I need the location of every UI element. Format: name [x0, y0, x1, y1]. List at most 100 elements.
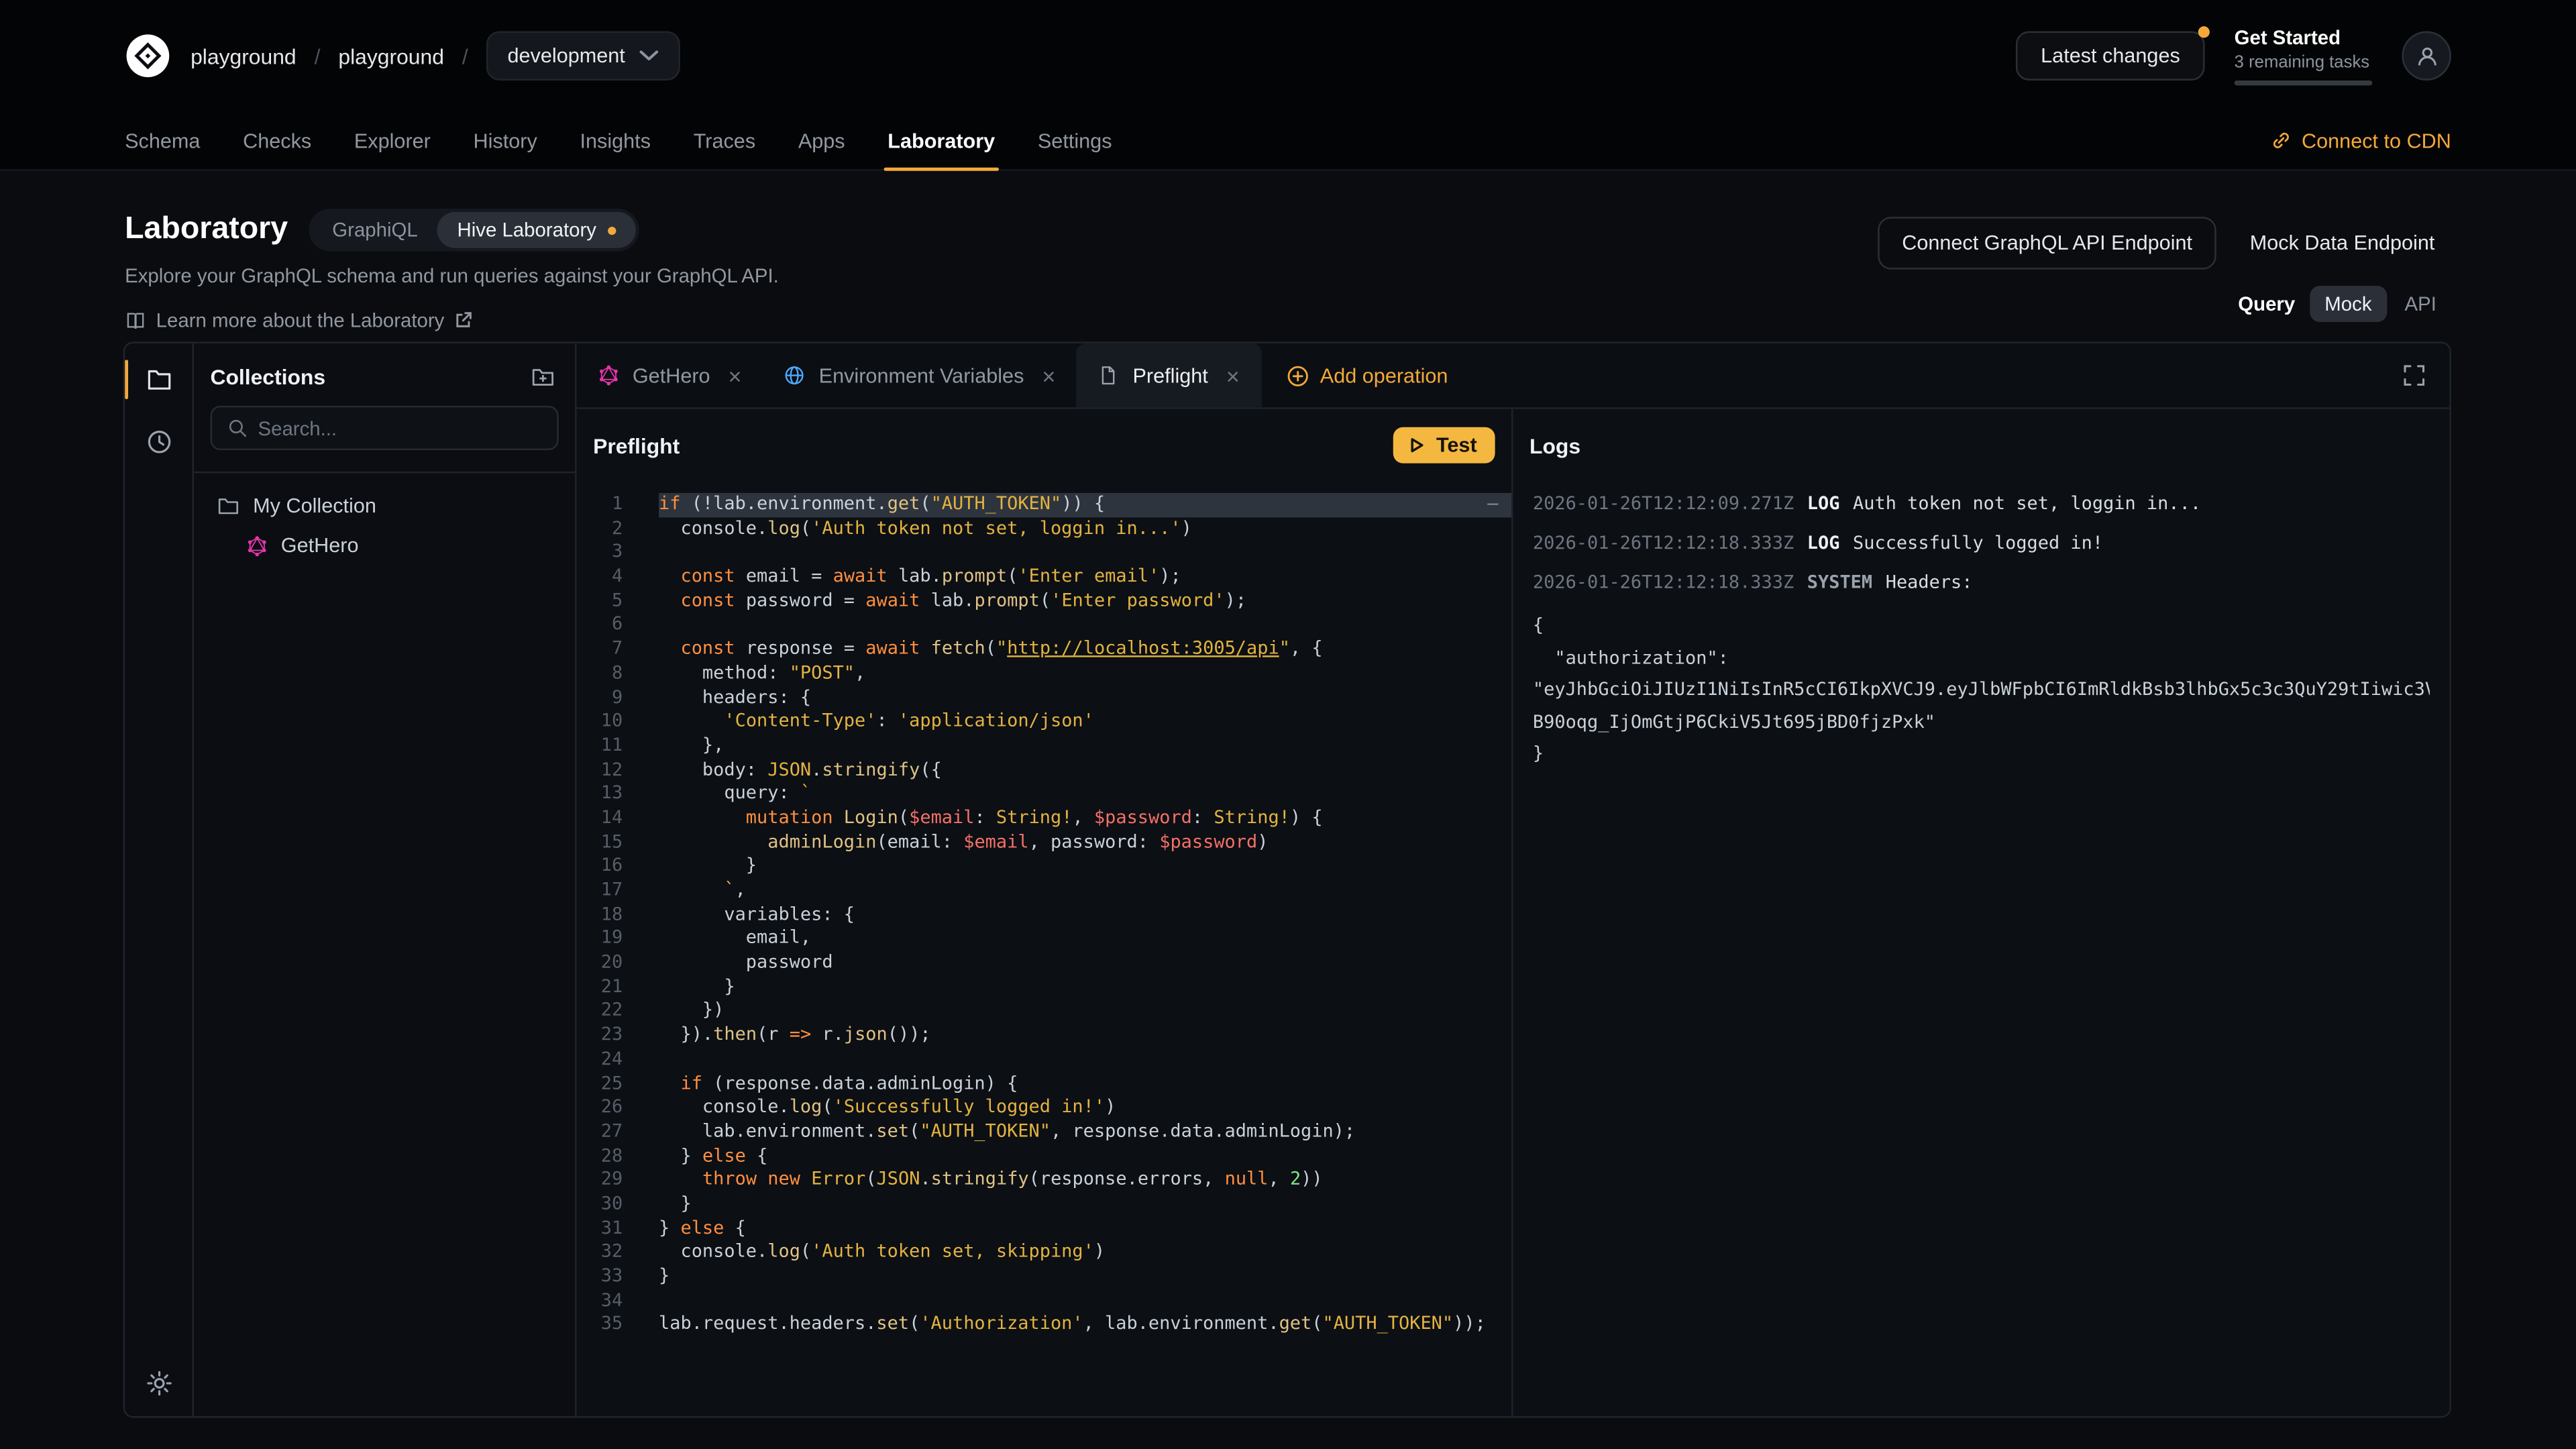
log-level: LOG	[1807, 531, 1840, 557]
query-mode-mock[interactable]: Mock	[2310, 286, 2386, 322]
preflight-title: Preflight	[593, 433, 680, 458]
learn-more-link[interactable]: Learn more about the Laboratory	[125, 309, 2451, 331]
collections-rail-button[interactable]	[146, 366, 172, 392]
nav-item-settings[interactable]: Settings	[1016, 112, 1133, 170]
laboratory-panel: Collections My CollectionGetHero GetHero…	[123, 341, 2451, 1417]
log-timestamp: 2026-01-26T12:12:09.271Z	[1533, 491, 1794, 517]
line-number: 24	[577, 1048, 623, 1072]
logs-title: Logs	[1529, 433, 1580, 458]
target-selector[interactable]: development	[486, 32, 681, 80]
code-line	[659, 541, 1511, 566]
logs-entries: 2026-01-26T12:12:09.271ZLOGAuth token no…	[1513, 482, 2450, 780]
log-timestamp: 2026-01-26T12:12:18.333Z	[1533, 570, 1794, 596]
test-button[interactable]: Test	[1393, 427, 1495, 464]
code-gutter: 1234567891011121314151617181920212223242…	[577, 493, 623, 1416]
code-line: },	[659, 734, 1511, 758]
line-number: 19	[577, 927, 623, 951]
code-editor[interactable]: 1234567891011121314151617181920212223242…	[577, 482, 1511, 1416]
line-number: 14	[577, 806, 623, 830]
tab-environment-variables[interactable]: Environment Variables ×	[763, 343, 1077, 408]
nav-item-insights[interactable]: Insights	[559, 112, 672, 170]
code-line: } else {	[659, 1217, 1511, 1241]
tab-label: GetHero	[633, 364, 710, 386]
collections-icon	[146, 366, 172, 392]
line-number: 33	[577, 1265, 623, 1289]
collections-search[interactable]	[210, 406, 558, 450]
get-started-subtitle: 3 remaining tasks	[2235, 52, 2373, 72]
logs-pane-header: Logs	[1513, 409, 2450, 482]
code-line: throw new Error(JSON.stringify(response.…	[659, 1169, 1511, 1193]
settings-rail-button[interactable]	[146, 1370, 172, 1396]
nav-item-checks[interactable]: Checks	[221, 112, 333, 170]
add-operation-button[interactable]: Add operation	[1261, 343, 1473, 408]
connect-graphql-endpoint-button[interactable]: Connect GraphQL API Endpoint	[1877, 217, 2216, 269]
fullscreen-button[interactable]	[2402, 363, 2426, 388]
close-icon[interactable]: ×	[1226, 364, 1240, 386]
code-line: }).then(r => r.json());	[659, 1024, 1511, 1048]
search-input[interactable]	[258, 417, 542, 439]
new-collection-icon[interactable]	[531, 365, 555, 390]
code-line: }	[659, 1193, 1511, 1217]
close-icon[interactable]: ×	[1042, 364, 1055, 386]
nav-item-traces[interactable]: Traces	[672, 112, 777, 170]
tree-item-my-collection[interactable]: My Collection	[204, 486, 566, 526]
code-line	[659, 614, 1511, 638]
play-icon	[1407, 435, 1426, 455]
line-number: 8	[577, 661, 623, 686]
tab-bar-spacer	[1472, 343, 2402, 408]
page-title: Laboratory	[125, 212, 288, 248]
nav-item-explorer[interactable]: Explorer	[333, 112, 452, 170]
code-line: const email = await lab.prompt('Enter em…	[659, 566, 1511, 590]
get-started-title: Get Started	[2235, 26, 2373, 49]
tree-item-gethero[interactable]: GetHero	[204, 526, 566, 566]
line-number: 35	[577, 1313, 623, 1338]
history-rail-button[interactable]	[146, 429, 172, 455]
code-line: method: "POST",	[659, 661, 1511, 686]
collections-tree: My CollectionGetHero	[194, 473, 575, 578]
query-mode-api[interactable]: API	[2390, 286, 2451, 322]
latest-changes-button[interactable]: Latest changes	[2016, 32, 2204, 80]
log-level: SYSTEM	[1807, 570, 1872, 596]
line-number: 23	[577, 1024, 623, 1048]
tab-preflight[interactable]: Preflight×	[1077, 343, 1260, 408]
breadcrumb-org[interactable]: playground	[191, 44, 297, 68]
gear-icon	[146, 1370, 172, 1396]
mock-data-endpoint-button[interactable]: Mock Data Endpoint	[2233, 219, 2451, 268]
line-number: 10	[577, 710, 623, 734]
breadcrumb-project[interactable]: playground	[338, 44, 444, 68]
laboratory-header: Laboratory GraphiQLHive Laboratory Explo…	[0, 171, 2576, 332]
mode-option-hive-laboratory[interactable]: Hive Laboratory	[437, 212, 636, 248]
preflight-pane-header: Preflight Test	[577, 409, 1511, 482]
user-avatar[interactable]	[2402, 32, 2451, 80]
test-button-label: Test	[1436, 434, 1477, 457]
latest-changes-label: Latest changes	[2041, 44, 2180, 67]
get-started-widget[interactable]: Get Started 3 remaining tasks	[2235, 26, 2373, 85]
code-line: query: `	[659, 782, 1511, 806]
line-number: 20	[577, 951, 623, 975]
nav-item-schema[interactable]: Schema	[103, 112, 221, 170]
log-raw-line: B90oqg_IjOmGtjP6CkiV5Jt695jBD0fjzPxk"	[1533, 706, 2430, 738]
log-level: LOG	[1807, 491, 1840, 517]
fold-icon[interactable]: —	[1487, 494, 1498, 513]
tab-gethero[interactable]: GetHero ×	[577, 343, 763, 408]
editor-panes: Preflight Test 1234567891011121314151617…	[577, 409, 2450, 1416]
mode-option-graphiql[interactable]: GraphiQL	[313, 212, 437, 248]
app-window: playground / playground / development La…	[0, 0, 2576, 1449]
code-line: adminLogin(email: $email, password: $pas…	[659, 830, 1511, 855]
tab-label: Environment Variables	[819, 364, 1024, 386]
line-number: 15	[577, 830, 623, 855]
nav-item-history[interactable]: History	[452, 112, 559, 170]
close-icon[interactable]: ×	[729, 364, 742, 386]
line-number: 26	[577, 1096, 623, 1120]
topbar-right: Latest changes Get Started 3 remaining t…	[2016, 26, 2451, 85]
breadcrumb-separator: /	[315, 44, 321, 68]
nav-item-apps[interactable]: Apps	[777, 112, 866, 170]
connect-to-cdn-link[interactable]: Connect to CDN	[2270, 112, 2472, 170]
line-number: 21	[577, 975, 623, 1000]
log-message: Successfully logged in!	[1853, 531, 2103, 557]
hive-logo-icon[interactable]	[125, 33, 171, 79]
plus-circle-icon	[1285, 364, 1308, 386]
nav-item-laboratory[interactable]: Laboratory	[866, 112, 1016, 170]
log-timestamp: 2026-01-26T12:12:18.333Z	[1533, 531, 1794, 557]
mode-toggle: GraphiQLHive Laboratory	[309, 209, 639, 252]
